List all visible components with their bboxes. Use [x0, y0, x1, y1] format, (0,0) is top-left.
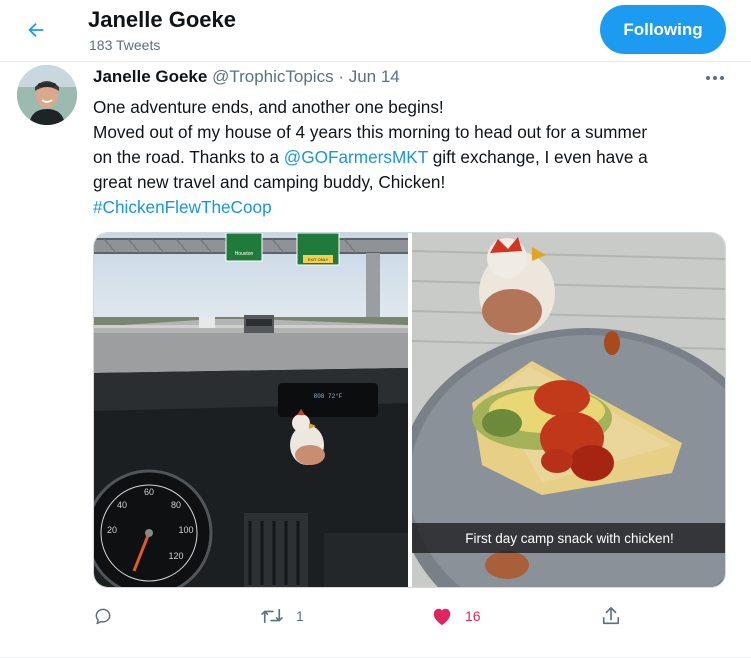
exit-only-text: EXIT ONLY [308, 257, 329, 262]
retweet-icon [261, 608, 283, 624]
tweet-actions: 1 16 [93, 602, 723, 632]
retweet-button[interactable]: 1 [260, 602, 304, 630]
photo-caption: First day camp snack with chicken! [412, 523, 725, 553]
retweet-count: 1 [296, 608, 304, 624]
avatar[interactable] [17, 65, 77, 125]
heart-filled-icon [433, 608, 451, 626]
share-icon [602, 607, 620, 625]
svg-text:60: 60 [144, 487, 154, 497]
photo-road-dashboard[interactable]: Houston EXIT ONLY 808 72°F 40 60 80 100 … [94, 233, 408, 587]
more-options-button[interactable] [700, 66, 730, 90]
share-button[interactable] [601, 602, 621, 630]
tweet-media: Houston EXIT ONLY 808 72°F 40 60 80 100 … [93, 232, 726, 588]
mention-link[interactable]: @GOFarmersMKT [284, 147, 428, 167]
svg-text:80: 80 [171, 500, 181, 510]
svg-text:808 72°F: 808 72°F [314, 393, 343, 400]
tweet-header: Janelle Goeke @TrophicTopics · Jun 14 [93, 67, 400, 87]
svg-text:100: 100 [178, 525, 193, 535]
tweet-text-segment: gift exchange, I even have a [427, 147, 648, 167]
tweet-count: 183 Tweets [89, 37, 161, 53]
tweet[interactable]: Janelle Goeke @TrophicTopics · Jun 14 On… [0, 62, 751, 658]
reply-button[interactable] [93, 602, 125, 630]
tweet-text-line: Moved out of my house of 4 years this mo… [93, 122, 648, 142]
arrow-left-icon [28, 22, 44, 38]
svg-text:120: 120 [168, 551, 183, 561]
tweet-text: One adventure ends, and another one begi… [93, 95, 723, 220]
author-name[interactable]: Janelle Goeke [93, 67, 207, 86]
tweet-text-line: One adventure ends, and another one begi… [93, 97, 444, 117]
svg-text:20: 20 [107, 525, 117, 535]
more-horizontal-icon [706, 76, 724, 80]
tweet-text-line: on the road. Thanks to a @GOFarmersMKT g… [93, 145, 723, 170]
tweet-text-line: great new travel and camping buddy, Chic… [93, 172, 446, 192]
following-button[interactable]: Following [600, 5, 726, 54]
photo-snack[interactable]: First day camp snack with chicken! [412, 233, 725, 587]
avatar-image [17, 65, 77, 125]
like-button[interactable]: 16 [431, 602, 481, 630]
like-count: 16 [465, 608, 481, 624]
svg-text:40: 40 [117, 500, 127, 510]
highway-sign-text: Houston [235, 251, 254, 257]
reply-icon [95, 608, 111, 625]
back-button[interactable] [17, 11, 55, 49]
hashtag-link[interactable]: #ChickenFlewTheCoop [93, 195, 723, 220]
author-handle[interactable]: @TrophicTopics [212, 67, 334, 86]
profile-header: Janelle Goeke 183 Tweets Following [0, 0, 751, 62]
tweet-date[interactable]: Jun 14 [349, 67, 400, 86]
separator: · [338, 67, 344, 86]
tweet-text-segment: on the road. Thanks to a [93, 147, 284, 167]
profile-name: Janelle Goeke [88, 7, 236, 32]
